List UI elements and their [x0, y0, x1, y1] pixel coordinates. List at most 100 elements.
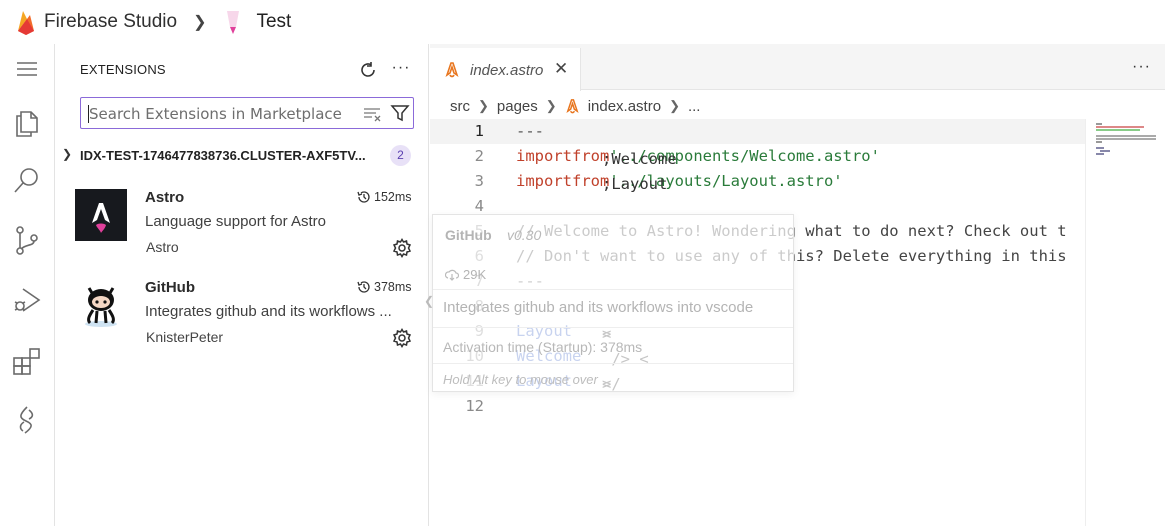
extensions-icon[interactable] [0, 339, 54, 383]
line-number: 1 [474, 122, 484, 140]
editor-tabs: index.astro ✕ ··· [430, 44, 1165, 91]
code-token: Layout [602, 175, 677, 193]
extension-publisher: KnisterPeter [146, 329, 224, 345]
source-control-icon[interactable] [0, 218, 54, 262]
tab-index-astro[interactable]: index.astro ✕ [430, 48, 581, 91]
minimap-line [1096, 126, 1144, 128]
search-icon[interactable] [0, 158, 54, 202]
menu-icon[interactable] [0, 47, 54, 91]
firebase-logo-icon [18, 11, 34, 35]
extensions-search-box[interactable] [80, 97, 414, 129]
divider [433, 289, 793, 290]
extensions-search-input[interactable] [89, 104, 349, 124]
filter-icon[interactable] [390, 103, 410, 123]
extension-item-github[interactable]: GitHub 378ms Integrates github and its w… [55, 268, 429, 358]
minimap-line [1096, 153, 1104, 155]
chevron-right-icon: ❯ [669, 98, 680, 113]
code-line[interactable]: 2 import Welcome from '../components/Welc… [430, 144, 1085, 169]
divider [433, 363, 793, 364]
download-count: 29K [463, 267, 487, 282]
code-text: import Welcome from '../components/Welco… [516, 147, 880, 168]
minimap-line [1096, 147, 1104, 149]
history-icon [357, 191, 370, 203]
chevron-down-icon: ❯ [62, 147, 73, 161]
code-token: import [516, 147, 572, 165]
chevron-right-icon: ❯ [478, 98, 489, 113]
activation-time-value: 152ms [374, 190, 412, 204]
hover-card-title: GitHub [445, 227, 492, 243]
project-icon [227, 11, 240, 34]
gear-icon[interactable] [392, 238, 412, 258]
extension-description: Language support for Astro [145, 213, 326, 230]
breadcrumb-item[interactable]: src [450, 98, 470, 115]
line-number: 12 [465, 397, 484, 415]
project-name[interactable]: Test [256, 11, 291, 33]
extension-hover-card: GitHub v0.30 29K Integrates github and i… [432, 214, 794, 392]
code-line[interactable]: 3 import Layout from '../layouts/Layout.a… [430, 169, 1085, 194]
minimap-line [1100, 150, 1110, 152]
breadcrumb: src ❯ pages ❯ index.astro ❯ ... [450, 96, 700, 116]
activity-bar [0, 44, 55, 526]
chevron-right-icon: ❯ [193, 14, 207, 31]
code-token: import [516, 172, 572, 190]
breadcrumb-item[interactable]: pages [497, 98, 538, 115]
title-bar: Firebase Studio ❯ Test [0, 0, 1165, 44]
group-name: IDX-TEST-1746477838736.CLUSTER-AXF5TV... [80, 148, 366, 163]
code-token: Welcome [602, 150, 686, 168]
code-line[interactable]: 12 [430, 394, 1085, 419]
extension-name: Astro [145, 189, 185, 206]
minimap-line [1096, 138, 1156, 140]
line-number: 2 [474, 147, 484, 165]
github-octocat-icon [85, 287, 117, 327]
extension-name: GitHub [145, 279, 195, 296]
explorer-icon[interactable] [0, 100, 54, 144]
sidebar-title: EXTENSIONS [80, 62, 166, 77]
hover-card-description: Integrates github and its workflows into… [443, 299, 754, 316]
minimap[interactable] [1085, 119, 1165, 526]
hover-card-downloads: 29K [445, 267, 486, 282]
divider [433, 327, 793, 328]
minimap-line [1096, 123, 1102, 125]
extension-publisher: Astro [146, 239, 179, 255]
code-token: ; [602, 175, 612, 193]
code-line[interactable]: 1 --- [430, 119, 1085, 144]
line-number: 3 [474, 172, 484, 190]
gear-icon[interactable] [392, 328, 412, 348]
hover-card-hint: Hold Alt key to mouse over [443, 372, 598, 387]
extensions-sidebar: EXTENSIONS ··· ❯ IDX-TEST-1746477838736.… [55, 44, 429, 526]
minimap-line [1096, 129, 1140, 131]
code-token: --- [516, 122, 544, 140]
activation-time: 152ms [357, 190, 412, 204]
breadcrumb-item[interactable]: ... [688, 98, 701, 115]
astro-logo-icon [75, 189, 127, 241]
more-actions-icon[interactable]: ··· [389, 58, 413, 82]
refresh-icon[interactable] [356, 58, 380, 82]
activation-time-value: 378ms [374, 280, 412, 294]
extension-item-astro[interactable]: Astro 152ms Language support for Astro A… [55, 178, 429, 268]
cloud-download-icon [445, 269, 459, 281]
clear-filter-icon[interactable] [363, 105, 383, 123]
brand-name[interactable]: Firebase Studio [44, 11, 177, 33]
line-number: 4 [474, 197, 484, 215]
code-text: import Layout from '../layouts/Layout.as… [516, 172, 843, 193]
history-icon [357, 281, 370, 293]
minimap-line [1096, 141, 1102, 143]
hover-card-activation: Activation time (Startup): 378ms [443, 339, 643, 355]
tab-label: index.astro [470, 62, 544, 79]
code-token: ; [602, 150, 612, 168]
minimap-line [1096, 135, 1156, 137]
firebase-studio-icon[interactable] [0, 398, 54, 442]
extension-description: Integrates github and its workflows ... [145, 303, 392, 320]
astro-file-icon [445, 62, 459, 78]
chevron-right-icon: ❯ [545, 98, 557, 113]
breadcrumb-item[interactable]: index.astro [588, 98, 661, 115]
close-icon[interactable]: ✕ [554, 59, 568, 79]
code-text: --- [516, 122, 544, 140]
more-actions-icon[interactable]: ··· [1132, 58, 1151, 76]
hover-pointer-icon: ❮ [424, 294, 435, 308]
run-debug-icon[interactable] [0, 278, 54, 322]
hover-card-version: v0.30 [507, 227, 542, 243]
activation-time: 378ms [357, 280, 412, 294]
group-count-badge: 2 [390, 145, 411, 166]
installed-group-header[interactable]: ❯ IDX-TEST-1746477838736.CLUSTER-AXF5TV.… [55, 144, 429, 168]
